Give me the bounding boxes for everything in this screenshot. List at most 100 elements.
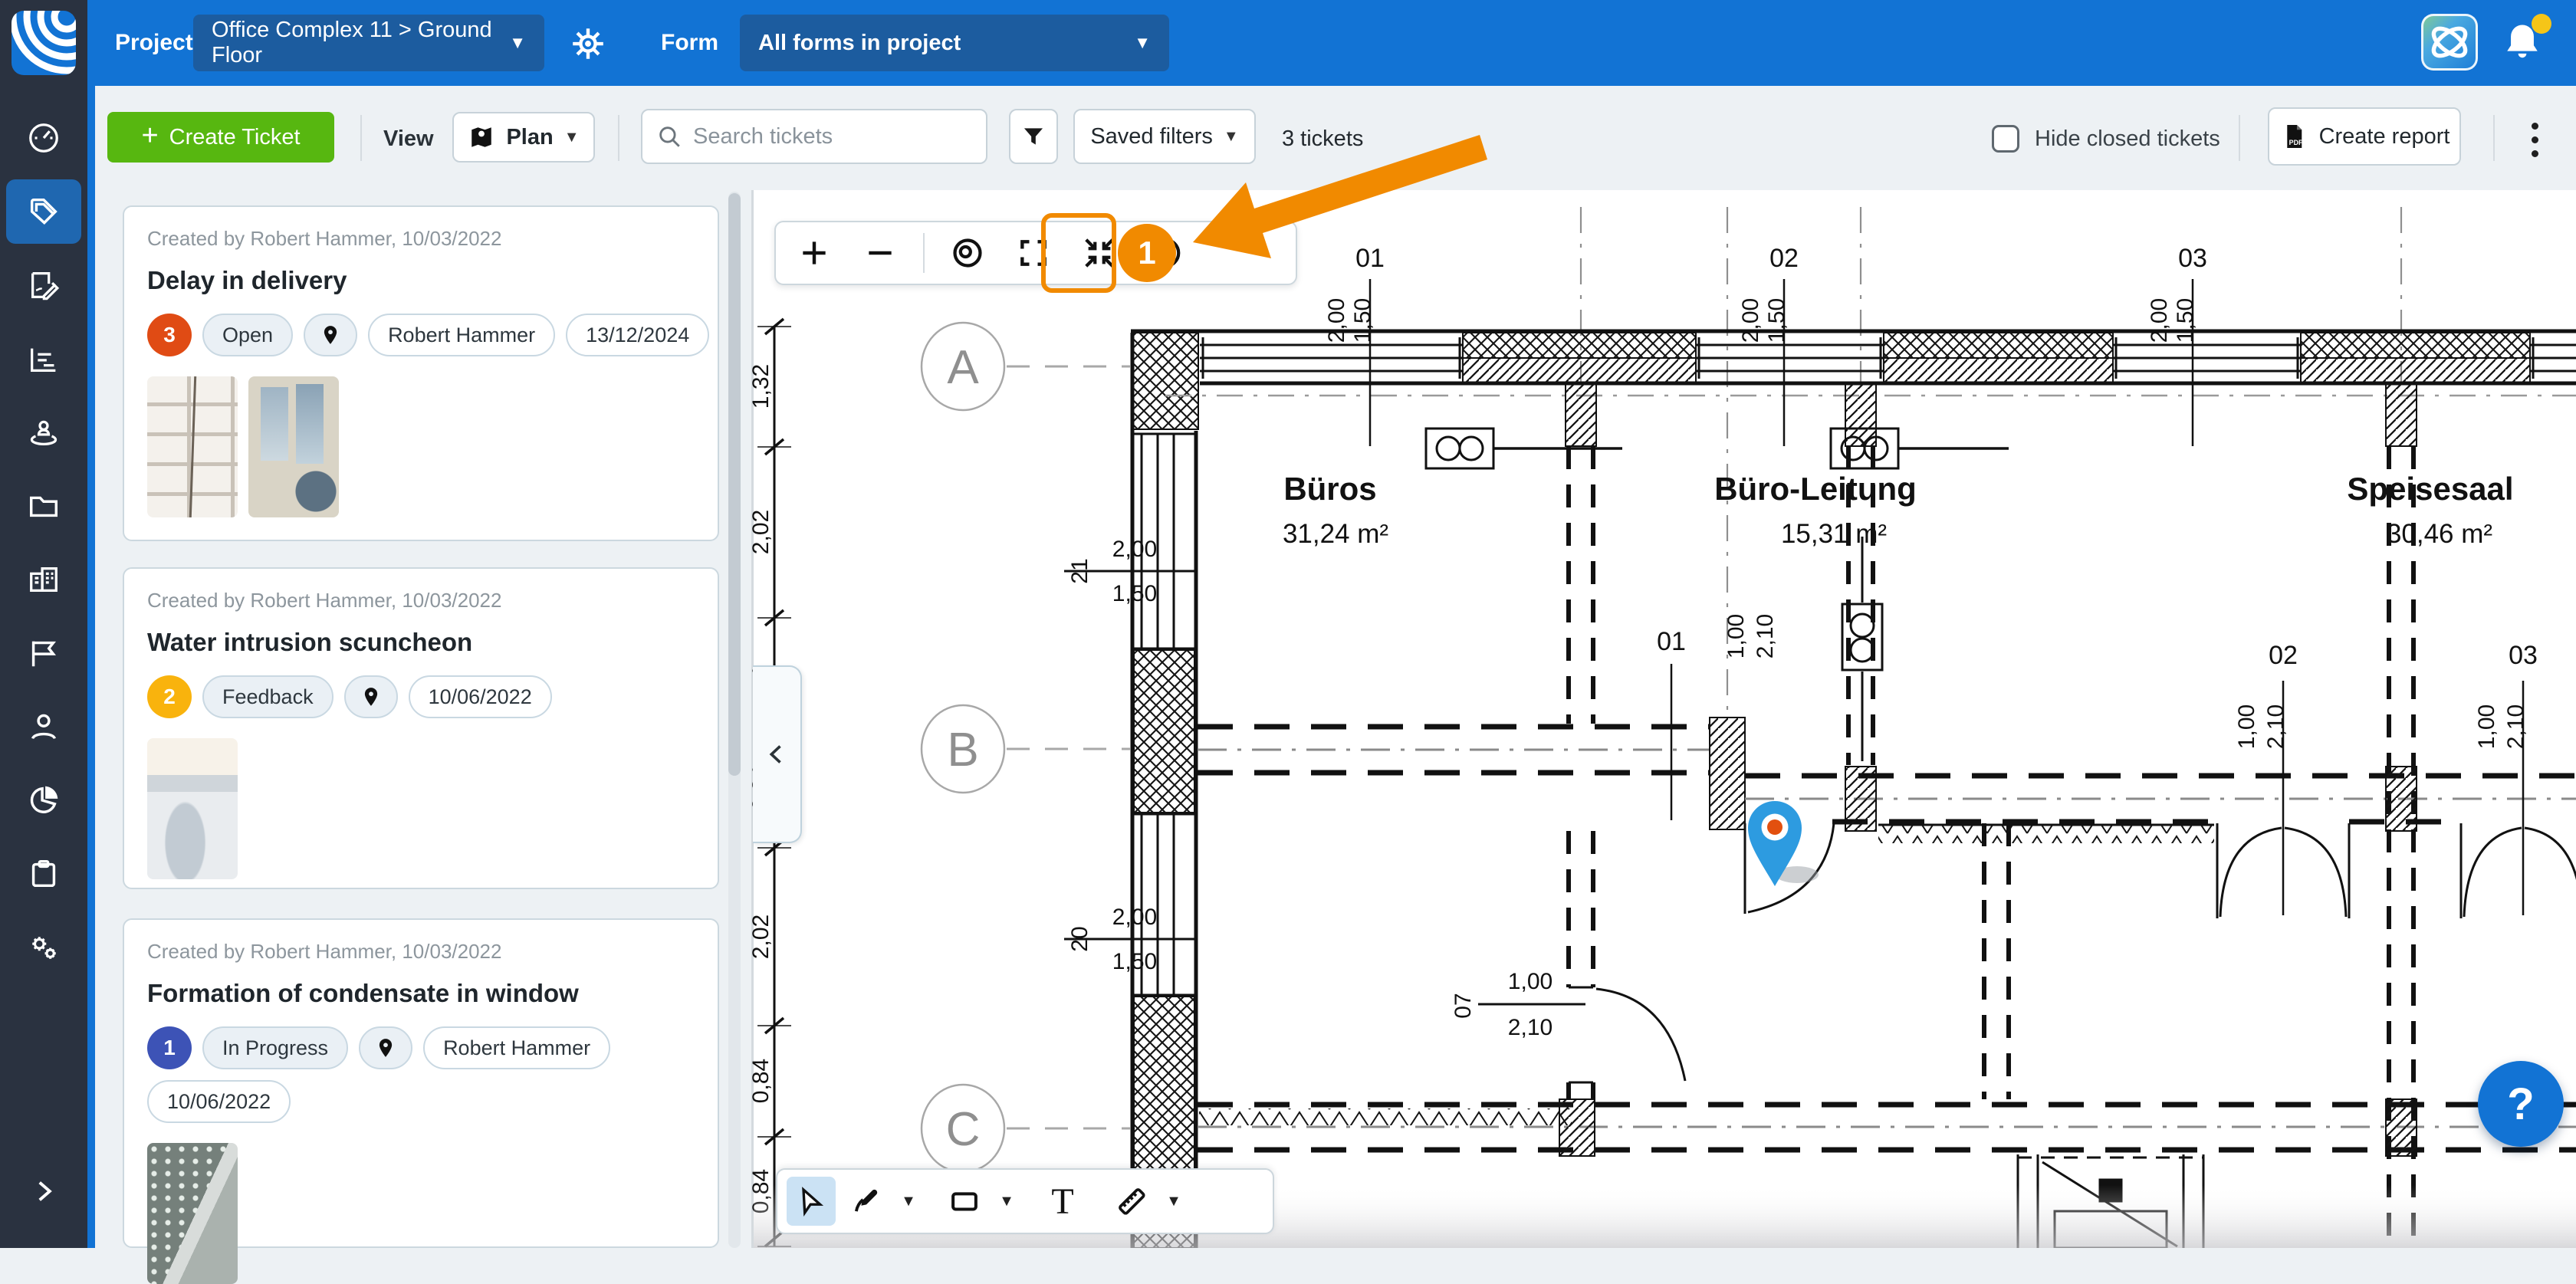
window-dim: 1,50 (1112, 581, 1157, 606)
fullscreen-button[interactable] (1010, 230, 1056, 276)
measure-tool-button[interactable] (1107, 1177, 1156, 1226)
ticket-count: 3 tickets (1282, 126, 1363, 152)
flag-icon (26, 635, 61, 671)
sidebar-item-forms[interactable] (6, 253, 81, 317)
axis-label: 02 (1769, 244, 1799, 273)
sidebar-item-statistics[interactable] (6, 327, 81, 391)
sidebar-item-projects[interactable] (6, 547, 81, 612)
preview-button[interactable] (945, 230, 991, 276)
sidebar-expand-button[interactable] (6, 1159, 81, 1223)
hide-closed-checkbox[interactable] (1992, 125, 2019, 153)
sidebar-item-settings[interactable] (6, 915, 81, 980)
app-logo-corner (0, 0, 87, 86)
ticket-card[interactable]: Created by Robert Hammer, 10/03/2022 Del… (123, 205, 719, 541)
axis-dim: 1,50 (1764, 298, 1789, 343)
axis-dim: 1,50 (1350, 298, 1375, 343)
location-pill[interactable] (344, 675, 398, 718)
text-tool-button[interactable]: T (1038, 1177, 1087, 1226)
folder-icon (26, 488, 61, 524)
shape-tool-caret[interactable]: ▼ (995, 1193, 1018, 1210)
project-settings-button[interactable] (569, 25, 607, 67)
sidebar-nav (0, 86, 87, 1248)
select-tool-button[interactable] (787, 1177, 836, 1226)
ticket-title: Delay in delivery (147, 266, 695, 295)
window-id: 20 (1067, 926, 1092, 951)
create-report-button[interactable]: PDF Create report (2268, 107, 2461, 166)
ticket-photo-condensation[interactable] (147, 1143, 238, 1284)
room-area: 30,46 m² (2387, 519, 2492, 549)
sidebar-item-dashboard[interactable] (6, 106, 81, 170)
create-ticket-button[interactable]: + Create Ticket (107, 112, 334, 163)
help-button[interactable]: ? (2478, 1061, 2564, 1147)
app-logo[interactable] (12, 11, 76, 75)
sidebar-item-tasks[interactable] (6, 842, 81, 906)
fit-view-button[interactable] (1076, 230, 1122, 276)
view-mode-dropdown[interactable]: Plan ▼ (452, 112, 595, 163)
ticket-photo-office-window[interactable] (248, 376, 339, 517)
pen-icon (850, 1185, 882, 1217)
location-pill[interactable] (304, 314, 357, 356)
ticket-card[interactable]: Created by Robert Hammer, 10/03/2022 For… (123, 918, 719, 1248)
door-id: 07 (1451, 993, 1476, 1018)
notifications-button[interactable] (2498, 18, 2547, 71)
filter-button[interactable] (1009, 109, 1058, 164)
text-tool-icon: T (1051, 1181, 1073, 1223)
chevron-left-icon (763, 741, 790, 768)
door-id: 02 (2269, 641, 2298, 670)
ticket-list-scrollbar-thumb[interactable] (728, 193, 741, 776)
toolbar-divider (360, 115, 362, 161)
saved-filters-dropdown[interactable]: Saved filters ▼ (1073, 109, 1256, 164)
door-dim: 2,10 (2503, 704, 2528, 749)
axis-dim: 2,00 (1738, 298, 1763, 343)
chart-icon (26, 341, 61, 376)
more-options-button[interactable] (2519, 117, 2550, 163)
due-date-pill: 10/06/2022 (147, 1080, 291, 1123)
measure-tool-caret[interactable]: ▼ (1162, 1193, 1185, 1210)
draw-tool-button[interactable] (842, 1177, 891, 1226)
cursor-icon (796, 1186, 826, 1217)
sidebar-item-reports[interactable] (6, 768, 81, 832)
annotation-step-badge: 1 (1118, 224, 1176, 282)
search-input[interactable] (693, 124, 954, 149)
ticket-title: Water intrusion scuncheon (147, 628, 695, 657)
form-selector[interactable]: All forms in project ▼ (740, 15, 1169, 71)
axis-label: 03 (2178, 244, 2207, 273)
shape-tool-button[interactable] (940, 1177, 989, 1226)
sidebar-item-flags[interactable] (6, 621, 81, 685)
sidebar-item-documents[interactable] (6, 474, 81, 538)
due-date-pill: 10/06/2022 (409, 675, 552, 718)
view-mode-value: Plan (506, 125, 553, 150)
draw-tool-caret[interactable]: ▼ (897, 1193, 920, 1210)
priority-badge: 3 (147, 314, 192, 356)
sidebar-item-tickets[interactable] (6, 179, 81, 244)
status-badge: In Progress (202, 1026, 348, 1069)
location-pill[interactable] (359, 1026, 412, 1069)
project-label: Project (115, 0, 193, 86)
map-pin-icon (319, 323, 342, 346)
form-label: Form (661, 0, 718, 86)
door-dim: 2,10 (1508, 1015, 1552, 1040)
ticket-photo-water-puddle[interactable] (147, 738, 238, 879)
zoom-out-button[interactable] (857, 230, 903, 276)
chevron-down-icon: ▼ (1117, 33, 1151, 53)
sidebar-item-locate[interactable] (6, 400, 81, 465)
connect-app-button[interactable] (2421, 14, 2478, 71)
notification-dot (2532, 14, 2551, 34)
hide-closed-label: Hide closed tickets (2035, 126, 2220, 152)
search-icon (656, 123, 682, 149)
floor-plan[interactable]: 1,32 2,02 4 0,84 2,02 0,84 0,84 A B C 01… (751, 190, 2576, 1248)
assignee-pill: Robert Hammer (368, 314, 555, 356)
panel-collapse-tab[interactable] (753, 665, 802, 843)
zoom-in-button[interactable] (791, 230, 837, 276)
door-dim: 1,00 (2234, 704, 2259, 749)
form-selector-value: All forms in project (758, 31, 961, 56)
project-selector[interactable]: Office Complex 11 > Ground Floor ▼ (193, 15, 544, 71)
grid-row-label: A (947, 341, 979, 394)
ticket-photo-brick-wall[interactable] (147, 376, 238, 517)
sidebar-item-contacts[interactable] (6, 695, 81, 759)
chevron-down-icon: ▼ (1224, 128, 1239, 146)
ticket-card[interactable]: Created by Robert Hammer, 10/03/2022 Wat… (123, 567, 719, 889)
chevron-down-icon: ▼ (492, 33, 526, 53)
door-dim: 1,00 (1508, 969, 1552, 994)
toolbar-divider (2239, 115, 2240, 161)
